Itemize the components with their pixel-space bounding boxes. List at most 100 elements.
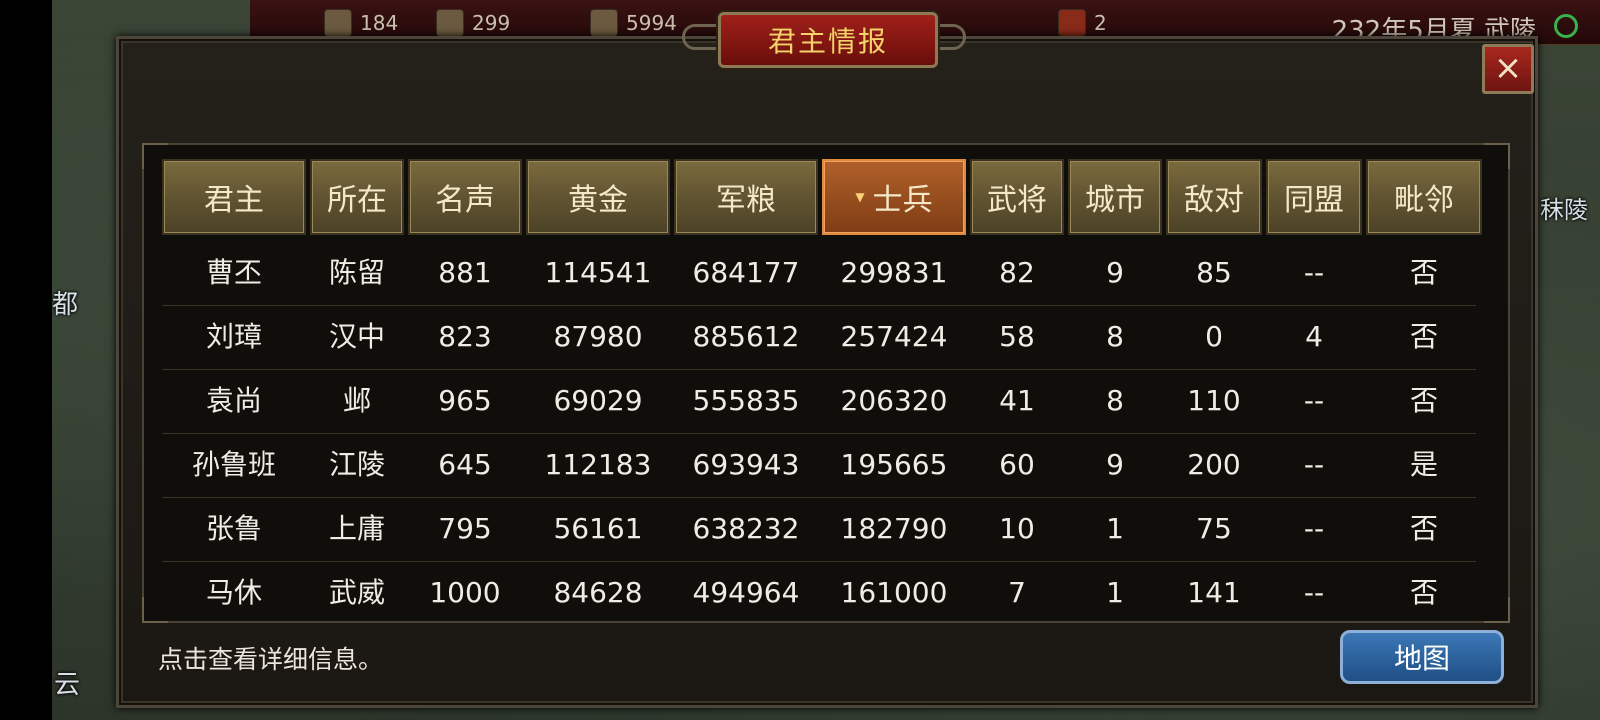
ruler-table-body: 曹丕 陈留 881 114541 684177 299831 82 9 85 -… <box>162 241 1490 606</box>
column-header-generals[interactable]: 武将 <box>970 159 1064 235</box>
cell-soldiers: 195665 <box>840 448 948 481</box>
cell-gold: 84628 <box>553 576 643 606</box>
cell-cities: 1 <box>1106 576 1124 606</box>
close-button[interactable]: × <box>1482 44 1534 94</box>
cell-location: 邺 <box>342 384 371 417</box>
cell-ruler: 马休 <box>205 576 262 606</box>
cell-alliance: -- <box>1303 448 1325 481</box>
resource-value: 184 <box>360 11 399 35</box>
cell-gold: 56161 <box>553 512 643 545</box>
column-header-alliance[interactable]: 同盟 <box>1266 159 1362 235</box>
cell-alliance: 4 <box>1305 320 1323 353</box>
resource-item[interactable]: 5994 <box>590 8 677 38</box>
cell-location: 陈留 <box>328 256 385 289</box>
cell-cities: 8 <box>1106 384 1124 417</box>
cell-fame: 965 <box>438 384 492 417</box>
cell-location: 上庸 <box>328 512 385 545</box>
cell-generals: 82 <box>999 256 1035 289</box>
cell-soldiers: 299831 <box>840 256 948 289</box>
cell-adjacent: 是 <box>1409 448 1438 481</box>
resource-icon <box>324 9 352 37</box>
cell-fame: 795 <box>438 512 492 545</box>
cell-location: 武威 <box>328 576 385 606</box>
column-header-adjacent[interactable]: 毗邻 <box>1366 159 1482 235</box>
cell-food: 555835 <box>692 384 800 417</box>
resource-value: 299 <box>472 11 511 35</box>
cell-soldiers: 257424 <box>840 320 948 353</box>
badge-icon <box>1058 9 1086 37</box>
cell-ruler: 曹丕 <box>205 256 262 289</box>
cell-generals: 7 <box>1008 576 1026 606</box>
cell-adjacent: 否 <box>1409 576 1438 606</box>
cell-hostile: 85 <box>1196 256 1232 289</box>
cell-location: 江陵 <box>328 448 385 481</box>
cell-fame: 645 <box>438 448 492 481</box>
column-header-food[interactable]: 军粮 <box>674 159 818 235</box>
resource-icon <box>590 9 618 37</box>
cell-ruler: 张鲁 <box>205 512 262 545</box>
cell-generals: 41 <box>999 384 1035 417</box>
cell-ruler: 刘璋 <box>205 320 262 353</box>
hint-text: 点击查看详细信息。 <box>158 645 384 674</box>
cell-fame: 881 <box>438 256 492 289</box>
cell-generals: 60 <box>999 448 1035 481</box>
cell-hostile: 110 <box>1187 384 1241 417</box>
resource-icon <box>436 9 464 37</box>
status-ring-icon[interactable] <box>1554 14 1578 38</box>
cell-generals: 58 <box>999 320 1035 353</box>
cell-adjacent: 否 <box>1409 256 1438 289</box>
cell-soldiers: 161000 <box>840 576 948 606</box>
cell-gold: 87980 <box>553 320 643 353</box>
cell-adjacent: 否 <box>1409 512 1438 545</box>
resource-item[interactable]: 184 <box>324 8 398 38</box>
table-row[interactable]: 袁尚 邺 965 69029 555835 206320 41 8 110 --… <box>162 369 1476 434</box>
dialog-title: 君主情报 <box>718 12 938 68</box>
cell-alliance: -- <box>1303 384 1325 417</box>
table-row[interactable]: 孙鲁班 江陵 645 112183 693943 195665 60 9 200… <box>162 433 1476 498</box>
cell-gold: 114541 <box>544 256 652 289</box>
resource-value: 5994 <box>626 11 677 35</box>
cell-alliance: -- <box>1303 256 1325 289</box>
cell-food: 494964 <box>692 576 800 606</box>
column-header-gold[interactable]: 黄金 <box>526 159 670 235</box>
cell-soldiers: 206320 <box>840 384 948 417</box>
cell-food: 638232 <box>692 512 800 545</box>
table-row[interactable]: 刘璋 汉中 823 87980 885612 257424 58 8 0 4 否 <box>162 305 1476 370</box>
sort-descending-icon: ▼ <box>855 190 865 204</box>
column-header-ruler[interactable]: 君主 <box>162 159 306 235</box>
cell-alliance: -- <box>1303 576 1325 606</box>
cell-generals: 10 <box>999 512 1035 545</box>
cell-alliance: -- <box>1303 512 1325 545</box>
map-city-label: 秣陵 <box>1540 196 1588 224</box>
cell-adjacent: 否 <box>1409 320 1438 353</box>
column-header-fame[interactable]: 名声 <box>408 159 522 235</box>
cell-hostile: 200 <box>1187 448 1241 481</box>
cell-hostile: 0 <box>1205 320 1223 353</box>
cell-food: 693943 <box>692 448 800 481</box>
cell-gold: 69029 <box>553 384 643 417</box>
cell-ruler: 袁尚 <box>205 384 262 417</box>
cell-cities: 9 <box>1106 448 1124 481</box>
table-row[interactable]: 马休 武威 1000 84628 494964 161000 7 1 141 -… <box>162 561 1476 606</box>
cell-cities: 9 <box>1106 256 1124 289</box>
column-header-hostile[interactable]: 敌对 <box>1166 159 1262 235</box>
cell-food: 684177 <box>692 256 800 289</box>
badge-count: 2 <box>1094 11 1107 35</box>
column-header-location[interactable]: 所在 <box>310 159 404 235</box>
column-header-soldiers[interactable]: ▼ 士兵 <box>822 159 966 235</box>
cell-soldiers: 182790 <box>840 512 948 545</box>
map-city-label: 都 <box>52 290 79 320</box>
resource-item[interactable]: 299 <box>436 8 510 38</box>
cell-location: 汉中 <box>328 320 385 353</box>
column-header-cities[interactable]: 城市 <box>1068 159 1162 235</box>
table-row[interactable]: 曹丕 陈留 881 114541 684177 299831 82 9 85 -… <box>162 241 1476 306</box>
map-city-label: 云 <box>54 670 81 700</box>
cell-cities: 8 <box>1106 320 1124 353</box>
cell-food: 885612 <box>692 320 800 353</box>
cell-hostile: 141 <box>1187 576 1241 606</box>
table-row[interactable]: 张鲁 上庸 795 56161 638232 182790 10 1 75 --… <box>162 497 1476 562</box>
badge-item[interactable]: 2 <box>1058 8 1107 38</box>
cell-cities: 1 <box>1106 512 1124 545</box>
map-button[interactable]: 地图 <box>1340 630 1504 684</box>
cell-gold: 112183 <box>544 448 652 481</box>
